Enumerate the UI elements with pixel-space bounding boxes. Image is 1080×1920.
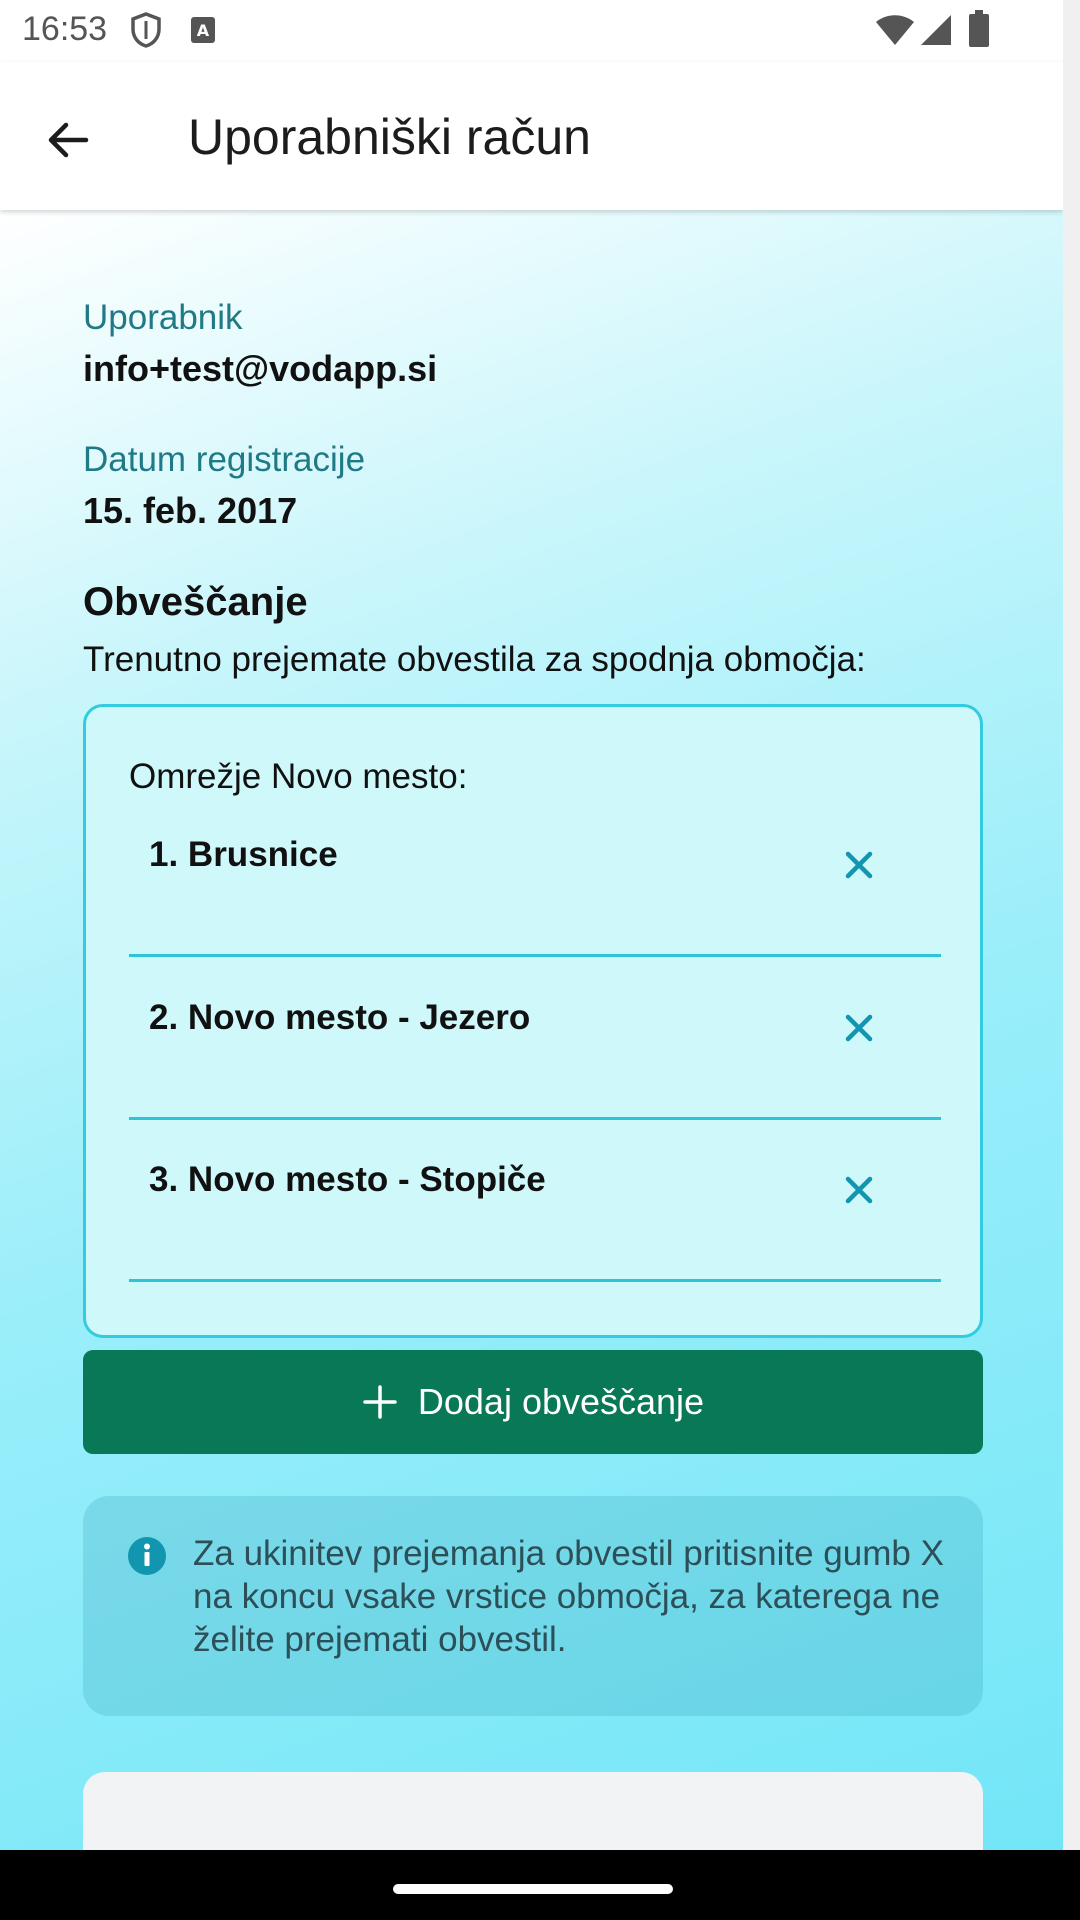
notifications-title: Obveščanje bbox=[83, 580, 308, 624]
registration-date-label: Datum registracije bbox=[83, 440, 366, 479]
add-notification-label: Dodaj obveščanje bbox=[417, 1381, 705, 1422]
plus-icon bbox=[363, 1385, 397, 1419]
info-icon bbox=[127, 1536, 167, 1581]
remove-area-button[interactable] bbox=[829, 835, 889, 895]
area-row: 3. Novo mesto - Stopiče bbox=[129, 1122, 941, 1282]
info-box: Za ukinitev prejemanja obvestil pritisni… bbox=[83, 1496, 983, 1716]
close-icon bbox=[845, 851, 873, 879]
remove-area-button[interactable] bbox=[829, 998, 889, 1058]
notifications-description: Trenutno prejemate obvestila za spodnja … bbox=[83, 640, 866, 679]
remove-area-button[interactable] bbox=[829, 1160, 889, 1220]
text-a-icon: A bbox=[190, 16, 216, 49]
svg-text:A: A bbox=[197, 21, 210, 40]
battery-icon bbox=[968, 10, 990, 53]
shield-icon bbox=[130, 12, 162, 53]
status-time: 16:53 bbox=[22, 10, 108, 48]
home-handle[interactable] bbox=[393, 1884, 673, 1894]
screen: 16:53 A Uporabniški račun Uporabnik info… bbox=[0, 0, 1063, 1920]
status-bar: 16:53 A bbox=[0, 0, 1063, 62]
network-name: Omrežje Novo mesto: bbox=[129, 757, 468, 796]
area-row: 2. Novo mesto - Jezero bbox=[129, 960, 941, 1120]
back-button[interactable] bbox=[32, 104, 104, 176]
page-title: Uporabniški račun bbox=[188, 109, 591, 165]
close-icon bbox=[845, 1014, 873, 1042]
area-row: 1. Brusnice bbox=[129, 797, 941, 957]
area-label: 3. Novo mesto - Stopiče bbox=[149, 1160, 546, 1199]
screen-edge bbox=[1063, 0, 1080, 1920]
user-label: Uporabnik bbox=[83, 298, 243, 337]
add-notification-button[interactable]: Dodaj obveščanje bbox=[83, 1350, 983, 1454]
user-value: info+test@vodapp.si bbox=[83, 348, 438, 389]
account-content[interactable]: Uporabnik info+test@vodapp.si Datum regi… bbox=[0, 210, 1063, 1892]
areas-card: Omrežje Novo mesto: 1. Brusnice 2. Novo … bbox=[83, 704, 983, 1338]
arrow-left-icon bbox=[48, 122, 89, 158]
close-icon bbox=[845, 1176, 873, 1204]
wifi-icon bbox=[875, 14, 915, 51]
signal-icon bbox=[920, 14, 952, 51]
info-text: Za ukinitev prejemanja obvestil pritisni… bbox=[193, 1534, 944, 1659]
area-label: 2. Novo mesto - Jezero bbox=[149, 998, 531, 1037]
area-label: 1. Brusnice bbox=[149, 835, 338, 874]
app-bar: Uporabniški račun bbox=[0, 62, 1063, 210]
registration-date-value: 15. feb. 2017 bbox=[83, 490, 298, 531]
